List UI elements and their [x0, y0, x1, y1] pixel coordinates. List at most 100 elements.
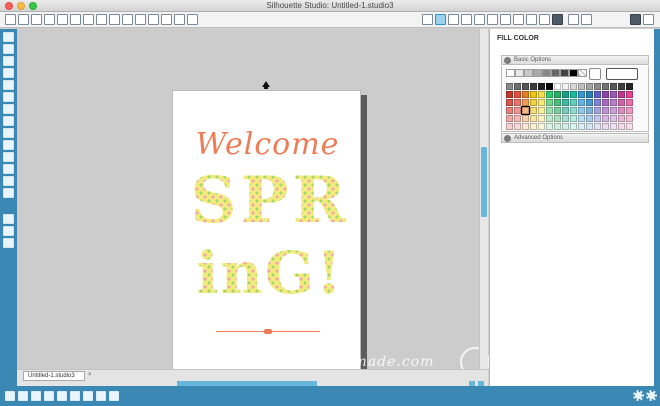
send-icon[interactable]: [552, 14, 563, 25]
color-swatch[interactable]: [578, 115, 585, 122]
color-swatch[interactable]: [626, 83, 633, 90]
color-swatch[interactable]: [522, 123, 529, 130]
color-swatch[interactable]: [530, 83, 537, 90]
color-swatch[interactable]: [506, 107, 513, 114]
color-swatch[interactable]: [562, 91, 569, 98]
edit-points-icon[interactable]: [3, 44, 14, 54]
print-icon[interactable]: [44, 14, 55, 25]
color-swatch[interactable]: [610, 123, 617, 130]
library-panel-icon[interactable]: [3, 226, 14, 236]
color-swatch[interactable]: [538, 83, 545, 90]
send-to-silhouette-icon[interactable]: [630, 14, 641, 25]
color-swatch[interactable]: [618, 83, 625, 90]
color-swatch[interactable]: [586, 99, 593, 106]
color-swatch[interactable]: [626, 91, 633, 98]
current-color-swatch[interactable]: [606, 68, 638, 80]
color-swatch[interactable]: [578, 99, 585, 106]
zoom-out-icon[interactable]: [148, 14, 159, 25]
color-swatch[interactable]: [562, 115, 569, 122]
color-swatch[interactable]: [546, 83, 553, 90]
grid-icon[interactable]: [187, 14, 198, 25]
color-swatch[interactable]: [578, 91, 585, 98]
swatch-top-7[interactable]: [569, 69, 578, 77]
color-swatch[interactable]: [514, 107, 521, 114]
zoom-page-icon[interactable]: [174, 14, 185, 25]
offset-icon[interactable]: [500, 14, 511, 25]
color-swatch[interactable]: [530, 107, 537, 114]
color-swatch[interactable]: [538, 123, 545, 130]
store-panel-icon[interactable]: [3, 238, 14, 248]
weld-icon[interactable]: [31, 391, 41, 401]
color-swatch[interactable]: [570, 99, 577, 106]
color-swatch[interactable]: [610, 91, 617, 98]
color-swatch[interactable]: [562, 83, 569, 90]
color-swatch[interactable]: [594, 83, 601, 90]
text-tool-icon[interactable]: [3, 164, 14, 174]
color-swatch[interactable]: [514, 91, 521, 98]
color-swatch[interactable]: [514, 99, 521, 106]
pan-icon[interactable]: [122, 14, 133, 25]
deselect-icon[interactable]: [83, 391, 93, 401]
store-icon[interactable]: [539, 14, 550, 25]
color-swatch[interactable]: [546, 99, 553, 106]
color-swatch[interactable]: [522, 91, 529, 98]
color-swatch[interactable]: [530, 115, 537, 122]
color-swatch[interactable]: [546, 107, 553, 114]
color-swatch[interactable]: [538, 107, 545, 114]
select-icon[interactable]: [3, 32, 14, 42]
color-swatch[interactable]: [594, 99, 601, 106]
undo-icon[interactable]: [96, 14, 107, 25]
color-swatch[interactable]: [586, 83, 593, 90]
color-swatch[interactable]: [522, 83, 529, 90]
layers-icon[interactable]: [3, 214, 14, 224]
eraser-icon[interactable]: [3, 176, 14, 186]
ellipse-icon[interactable]: [3, 92, 14, 102]
document-tab[interactable]: Untitled-1.studio3: [23, 371, 85, 381]
group-icon[interactable]: [5, 391, 15, 401]
color-swatch[interactable]: [538, 115, 545, 122]
polygon-icon[interactable]: [3, 104, 14, 114]
color-swatch[interactable]: [514, 115, 521, 122]
color-swatch[interactable]: [618, 91, 625, 98]
color-swatch[interactable]: [586, 123, 593, 130]
swatch-top-3[interactable]: [533, 69, 542, 77]
ungroup-icon[interactable]: [18, 391, 28, 401]
color-swatch[interactable]: [578, 123, 585, 130]
color-swatch[interactable]: [530, 91, 537, 98]
color-swatch[interactable]: [506, 99, 513, 106]
color-swatch[interactable]: [554, 115, 561, 122]
color-swatch[interactable]: [570, 83, 577, 90]
design-canvas[interactable]: Welcome SPR inG! housefulofhandmade.com: [17, 29, 490, 381]
smooth-icon[interactable]: [3, 152, 14, 162]
preferences-gear-icon[interactable]: [646, 390, 657, 401]
advanced-options-header[interactable]: Advanced Options: [501, 133, 649, 143]
swatch-top-2[interactable]: [524, 69, 533, 77]
color-swatch[interactable]: [586, 115, 593, 122]
color-swatch[interactable]: [570, 123, 577, 130]
color-swatch[interactable]: [562, 107, 569, 114]
color-swatch[interactable]: [594, 115, 601, 122]
close-tab-icon[interactable]: ×: [88, 372, 95, 379]
freehand-icon[interactable]: [3, 140, 14, 150]
color-swatch[interactable]: [618, 107, 625, 114]
color-swatch[interactable]: [602, 91, 609, 98]
color-swatch[interactable]: [538, 99, 545, 106]
color-swatch[interactable]: [618, 99, 625, 106]
color-swatch[interactable]: [594, 91, 601, 98]
panel-toggle-icon[interactable]: [643, 14, 654, 25]
user-icon[interactable]: [581, 14, 592, 25]
color-swatch[interactable]: [610, 83, 617, 90]
line-color-icon[interactable]: [448, 14, 459, 25]
color-swatch[interactable]: [546, 91, 553, 98]
save-icon[interactable]: [31, 14, 42, 25]
color-swatch[interactable]: [602, 115, 609, 122]
zoom-fit-icon[interactable]: [161, 14, 172, 25]
color-swatch[interactable]: [570, 115, 577, 122]
color-swatch[interactable]: [506, 83, 513, 90]
color-swatch[interactable]: [514, 83, 521, 90]
open-icon[interactable]: [18, 14, 29, 25]
zoom-in-icon[interactable]: [135, 14, 146, 25]
welcome-text[interactable]: Welcome: [173, 127, 362, 162]
horizontal-scrollbar[interactable]: Untitled-1.studio3 ×: [17, 369, 488, 387]
color-swatch[interactable]: [562, 123, 569, 130]
